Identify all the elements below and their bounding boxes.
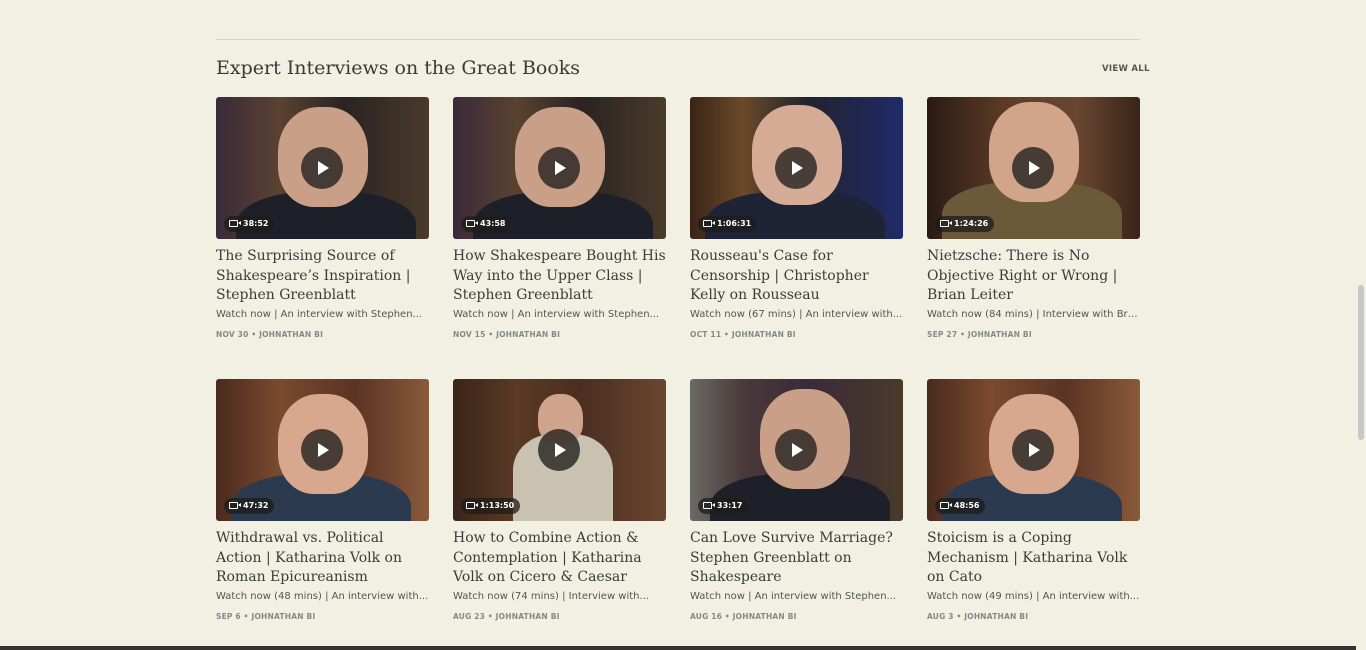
video-card[interactable]: 48:56 Stoicism is a Coping Mechanism | K… [927,379,1140,641]
section-divider [216,39,1140,40]
play-button[interactable] [1012,147,1054,189]
video-description: Watch now | An interview with Stephen... [690,591,897,602]
video-meta: SEP 6 • JOHNATHAN BI [216,612,316,621]
video-title[interactable]: The Surprising Source of Shakespeare’s I… [216,247,429,306]
video-thumbnail[interactable]: 48:56 [927,379,1140,521]
video-meta: SEP 27 • JOHNATHAN BI [927,330,1032,339]
play-button[interactable] [775,147,817,189]
video-thumbnail[interactable]: 33:17 [690,379,903,521]
video-description: Watch now | An interview with Stephen... [453,309,660,320]
duration-badge: 1:13:50 [461,498,521,514]
video-title[interactable]: How Shakespeare Bought His Way into the … [453,247,666,306]
video-thumbnail[interactable]: 38:52 [216,97,429,239]
video-camera-icon [703,220,715,227]
bottom-bar [0,646,1356,650]
video-card[interactable]: 1:24:26 Nietzsche: There is No Objective… [927,97,1140,359]
duration-badge: 38:52 [224,216,275,232]
video-camera-icon [703,502,715,509]
play-button[interactable] [775,429,817,471]
video-thumbnail[interactable]: 1:06:31 [690,97,903,239]
video-meta: AUG 23 • JOHNATHAN BI [453,612,560,621]
video-description: Watch now (49 mins) | An interview with.… [927,591,1140,602]
duration-text: 47:32 [243,501,269,510]
video-camera-icon [940,220,952,227]
duration-text: 1:06:31 [717,219,752,228]
play-button[interactable] [301,429,343,471]
video-title[interactable]: Nietzsche: There is No Objective Right o… [927,247,1140,306]
video-camera-icon [229,502,241,509]
video-card[interactable]: 1:13:50 How to Combine Action & Contempl… [453,379,666,641]
play-icon [555,443,566,457]
video-card[interactable]: 47:32 Withdrawal vs. Political Action | … [216,379,429,641]
video-camera-icon [229,220,241,227]
video-card[interactable]: 38:52 The Surprising Source of Shakespea… [216,97,429,359]
video-title[interactable]: How to Combine Action & Contemplation | … [453,529,666,588]
play-button[interactable] [1012,429,1054,471]
video-meta: NOV 15 • JOHNATHAN BI [453,330,561,339]
video-title[interactable]: Rousseau's Case for Censorship | Christo… [690,247,903,306]
video-title[interactable]: Stoicism is a Coping Mechanism | Kathari… [927,529,1140,588]
duration-text: 33:17 [717,501,743,510]
duration-badge: 33:17 [698,498,749,514]
video-description: Watch now (74 mins) | Interview with... [453,591,650,602]
video-thumbnail[interactable]: 47:32 [216,379,429,521]
video-description: Watch now | An interview with Stephen... [216,309,423,320]
play-icon [555,161,566,175]
play-button[interactable] [301,147,343,189]
play-icon [1029,161,1040,175]
video-meta: OCT 11 • JOHNATHAN BI [690,330,796,339]
play-icon [1029,443,1040,457]
video-title[interactable]: Can Love Survive Marriage? Stephen Green… [690,529,903,588]
video-meta: NOV 30 • JOHNATHAN BI [216,330,324,339]
page-scrollbar[interactable] [1356,0,1366,650]
video-thumbnail[interactable]: 1:24:26 [927,97,1140,239]
play-icon [792,161,803,175]
video-meta: AUG 3 • JOHNATHAN BI [927,612,1029,621]
video-camera-icon [466,220,478,227]
duration-text: 38:52 [243,219,269,228]
duration-badge: 48:56 [935,498,986,514]
video-camera-icon [940,502,952,509]
play-icon [318,161,329,175]
video-card[interactable]: 1:06:31 Rousseau's Case for Censorship |… [690,97,903,359]
video-camera-icon [466,502,478,509]
video-meta: AUG 16 • JOHNATHAN BI [690,612,797,621]
section-title: Expert Interviews on the Great Books [216,57,581,79]
duration-text: 1:13:50 [480,501,515,510]
video-description: Watch now (84 mins) | Interview with Bri… [927,309,1140,320]
duration-text: 43:58 [480,219,506,228]
play-icon [792,443,803,457]
duration-text: 1:24:26 [954,219,989,228]
duration-badge: 43:58 [461,216,512,232]
duration-text: 48:56 [954,501,980,510]
play-button[interactable] [538,429,580,471]
view-all-link[interactable]: VIEW ALL [1102,64,1150,74]
scrollbar-thumb[interactable] [1358,285,1364,440]
play-icon [318,443,329,457]
video-description: Watch now (67 mins) | An interview with.… [690,309,903,320]
duration-badge: 47:32 [224,498,275,514]
video-card[interactable]: 43:58 How Shakespeare Bought His Way int… [453,97,666,359]
video-title[interactable]: Withdrawal vs. Political Action | Kathar… [216,529,429,588]
duration-badge: 1:24:26 [935,216,995,232]
video-thumbnail[interactable]: 1:13:50 [453,379,666,521]
video-description: Watch now (48 mins) | An interview with.… [216,591,429,602]
video-thumbnail[interactable]: 43:58 [453,97,666,239]
video-card[interactable]: 33:17 Can Love Survive Marriage? Stephen… [690,379,903,641]
play-button[interactable] [538,147,580,189]
duration-badge: 1:06:31 [698,216,758,232]
